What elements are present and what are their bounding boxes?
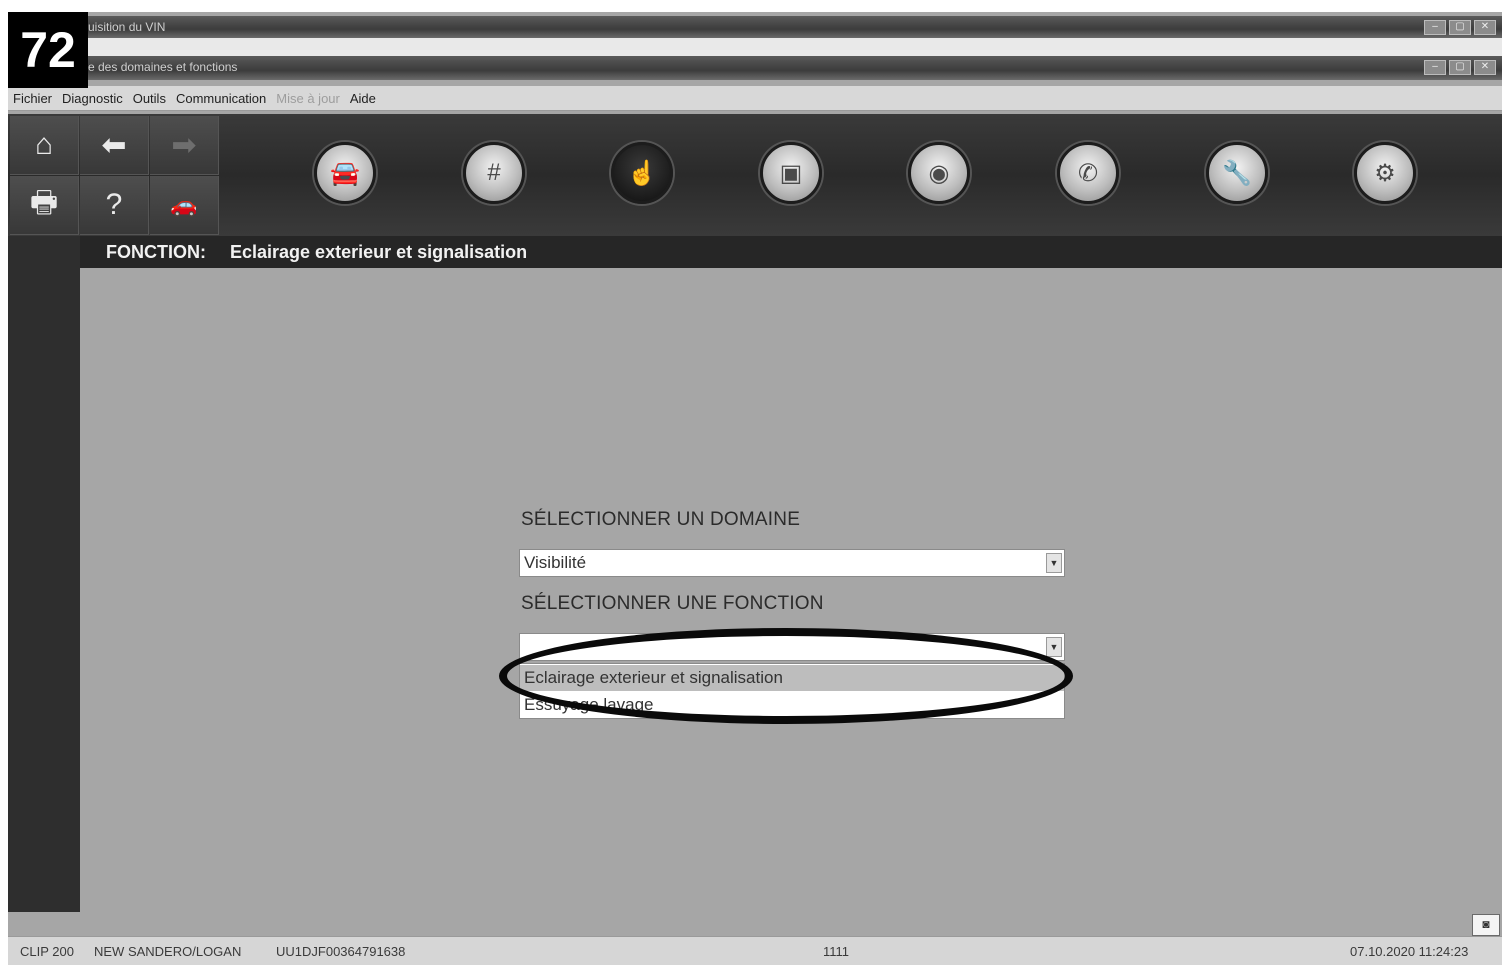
help-button[interactable]: ? [80,176,149,235]
main-toolbar: ⌂ ⬅ ➡ 🖶 ? 🚗 🚘 # ☝ ▣ ◉ ✆ 🔧 ⚙ [8,114,1502,236]
window-title-2: e des domaines et fonctions [88,60,238,74]
close-button[interactable]: ✕ [1474,60,1496,75]
measures-button[interactable]: ▣ [760,142,822,204]
car-info-icon: 🚗 [170,192,198,217]
minimize-button[interactable]: – [1424,60,1446,75]
title-bar-1: uisition du VIN – ▢ ✕ [8,16,1502,38]
gear-shift-icon: # [487,159,501,186]
menu-fichier[interactable]: Fichier [8,91,57,106]
dropdown-option[interactable]: Eclairage exterieur et signalisation [520,665,1064,691]
vehicle-info-button[interactable]: 🚗 [150,176,219,235]
close-button[interactable]: ✕ [1474,20,1496,35]
menu-mise-a-jour[interactable]: Mise à jour [271,91,345,106]
communication-button[interactable]: ✆ [1057,142,1119,204]
minimize-button[interactable]: – [1424,20,1446,35]
function-value: Eclairage exterieur et signalisation [230,242,528,262]
application-window: uisition du VIN – ▢ ✕ e des domaines et … [8,12,1502,965]
home-button[interactable]: ⌂ [10,116,79,175]
printer-icon: 🖶 [29,185,59,219]
domain-heading: SÉLECTIONNER UN DOMAINE [521,509,801,530]
title-bar-2: e des domaines et fonctions – ▢ ✕ [8,56,1502,80]
print-button[interactable]: 🖶 [10,176,79,235]
eye-car-icon: ◉ [928,159,950,187]
chevron-down-icon[interactable]: ▼ [1046,637,1062,657]
car-gear-icon: ⚙ [1374,159,1396,187]
function-heading: SÉLECTIONNER UNE FONCTION [521,593,824,614]
back-button[interactable]: ⬅ [80,116,149,175]
window-controls-2: – ▢ ✕ [1424,60,1496,75]
page-number-badge: 72 [8,12,88,88]
arrow-right-icon: ➡ [171,128,197,162]
menu-aide[interactable]: Aide [345,91,381,106]
touch-function-button[interactable]: ☝ [611,142,673,204]
title-separator [8,38,1502,56]
wrench-icon: 🔧 [1222,159,1252,187]
menu-communication[interactable]: Communication [171,91,271,106]
camera-icon[interactable]: ◙ [1472,914,1500,936]
question-icon: ? [105,188,123,221]
menu-outils[interactable]: Outils [128,91,171,106]
vehicle-identification-button[interactable]: 🚘 [314,142,376,204]
status-vin: UU1DJF00364791638 [276,944,406,959]
menu-diagnostic[interactable]: Diagnostic [57,91,128,106]
function-label: FONCTION: [106,242,206,262]
left-sidebar [8,236,80,912]
maximize-button[interactable]: ▢ [1449,60,1471,75]
status-datetime: 07.10.2020 11:24:23 [1350,944,1469,959]
car-screen-icon: 🚘 [330,159,360,187]
home-icon: ⌂ [34,128,54,161]
status-tool: CLIP 200 [20,944,74,959]
dropdown-option[interactable]: Essuyage lavage [520,692,1064,718]
vehicle-view-button[interactable]: ◉ [908,142,970,204]
gearbox-button[interactable]: # [463,142,525,204]
navigation-grid: ⌂ ⬅ ➡ 🖶 ? 🚗 [8,114,220,236]
function-select[interactable]: ▼ [519,633,1065,661]
window-title-1: uisition du VIN [88,20,166,34]
status-bar: CLIP 200 NEW SANDERO/LOGAN UU1DJF0036479… [8,936,1502,965]
arrow-left-icon: ⬅ [101,128,127,162]
window-controls-1: – ▢ ✕ [1424,20,1496,35]
forward-button[interactable]: ➡ [150,116,219,175]
hand-pointer-icon: ☝ [627,159,657,187]
tools-button[interactable]: 🔧 [1206,142,1268,204]
function-bar: FONCTION: Eclairage exterieur et signali… [80,236,1502,268]
phone-icon: ✆ [1077,159,1099,187]
chevron-down-icon[interactable]: ▼ [1046,553,1062,573]
maximize-button[interactable]: ▢ [1449,20,1471,35]
monitor-check-icon: ▣ [779,159,803,187]
status-vehicle: NEW SANDERO/LOGAN [94,944,242,959]
status-code: 1111 [823,944,850,959]
domain-select-value: Visibilité [524,553,587,572]
menu-bar: Fichier Diagnostic Outils Communication … [8,86,1502,111]
function-dropdown-list: Eclairage exterieur et signalisation Ess… [519,663,1065,719]
domain-select[interactable]: Visibilité ▼ [519,549,1065,577]
vehicle-settings-button[interactable]: ⚙ [1354,142,1416,204]
